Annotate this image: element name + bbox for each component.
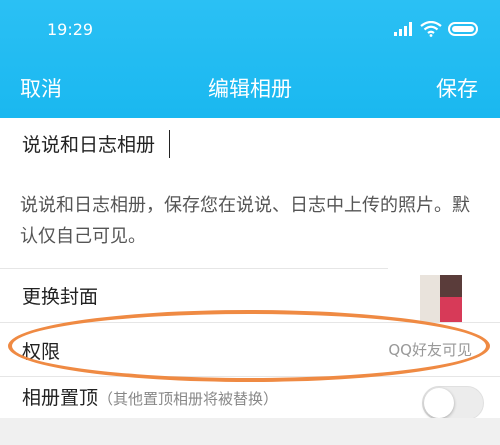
change-cover-row[interactable]: 更换封面	[0, 269, 500, 323]
signal-icon	[394, 22, 412, 36]
album-name-input[interactable]	[22, 132, 462, 154]
cover-thumbnail-top	[440, 275, 462, 297]
status-icons	[394, 21, 484, 37]
permission-label: 权限	[22, 341, 61, 363]
battery-icon	[448, 22, 478, 36]
battery-fill	[452, 26, 474, 32]
change-cover-label: 更换封面	[22, 286, 99, 308]
status-time: 19:29	[47, 20, 94, 39]
pin-album-label-group: 相册置顶（其他置顶相册将被替换）	[22, 383, 278, 410]
pin-album-hint: （其他置顶相册将被替换）	[98, 390, 279, 408]
page-title: 编辑相册	[208, 77, 292, 101]
cover-thumbnail	[420, 275, 462, 323]
cover-thumbnail-left	[420, 275, 440, 323]
top-bar: 19:29 取消 编辑相册 保存	[0, 0, 500, 118]
pin-album-label: 相册置顶	[22, 387, 99, 409]
text-caret	[169, 130, 170, 158]
pin-album-row: 相册置顶（其他置顶相册将被替换）	[0, 377, 500, 420]
album-description: 说说和日志相册，保存您在说说、日志中上传的照片。默认仅自己可见。	[20, 195, 470, 247]
wifi-icon	[420, 21, 442, 37]
album-description-block[interactable]: 说说和日志相册，保存您在说说、日志中上传的照片。默认仅自己可见。	[0, 173, 500, 268]
album-name-row	[0, 118, 500, 173]
bottom-band	[0, 418, 500, 445]
pin-album-toggle[interactable]	[422, 386, 484, 420]
save-button[interactable]: 保存	[436, 73, 478, 103]
toggle-knob	[424, 388, 454, 418]
cover-thumbnail-bottom	[440, 297, 462, 323]
permission-row[interactable]: 权限 QQ好友可见	[0, 323, 500, 375]
permission-value: QQ好友可见	[388, 341, 472, 359]
